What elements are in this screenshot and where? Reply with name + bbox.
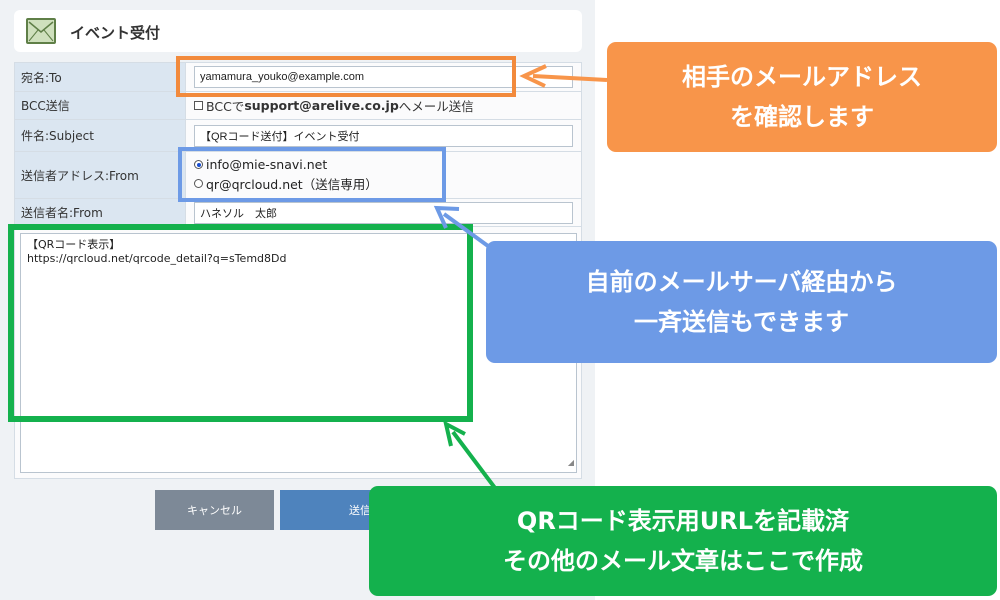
callout-orange: 相手のメールアドレス を確認します — [607, 42, 997, 152]
subject-label: 件名:Subject — [14, 119, 186, 152]
form-header: イベント受付 — [14, 10, 582, 52]
bcc-label: BCC送信 — [14, 91, 186, 120]
sender-name-label: 送信者名:From — [14, 198, 186, 227]
body-highlight-box — [8, 224, 473, 422]
callout-green: QRコード表示用URLを記載済 その他のメール文章はここで作成 — [369, 486, 997, 596]
cancel-button[interactable]: キャンセル — [155, 490, 274, 530]
callout-blue: 自前のメールサーバ経由から 一斉送信もできます — [486, 241, 997, 363]
callout-text: QRコード表示用URLを記載済 — [516, 507, 850, 535]
to-highlight-box — [176, 56, 516, 97]
sender-name-input[interactable] — [194, 201, 573, 224]
mail-icon — [26, 18, 56, 44]
table-row: 送信者名:From — [14, 198, 582, 227]
page-title: イベント受付 — [70, 24, 161, 42]
bcc-checkbox[interactable] — [194, 101, 203, 110]
callout-text: 自前のメールサーバ経由から — [585, 268, 898, 296]
callout-text: を確認します — [730, 103, 874, 131]
resize-grip-icon[interactable]: ◢ — [568, 456, 574, 470]
bcc-email: support@arelive.co.jp — [244, 98, 399, 113]
subject-input[interactable] — [194, 124, 573, 147]
to-label: 宛名:To — [14, 62, 186, 92]
callout-text: その他のメール文章はここで作成 — [503, 547, 863, 575]
bcc-prefix: BCCで — [206, 99, 245, 114]
from-highlight-box — [178, 147, 446, 202]
from-address-label: 送信者アドレス:From — [14, 151, 186, 199]
bcc-suffix: へメール送信 — [398, 99, 474, 114]
callout-text: 一斉送信もできます — [633, 308, 850, 336]
callout-text: 相手のメールアドレス — [682, 63, 922, 91]
